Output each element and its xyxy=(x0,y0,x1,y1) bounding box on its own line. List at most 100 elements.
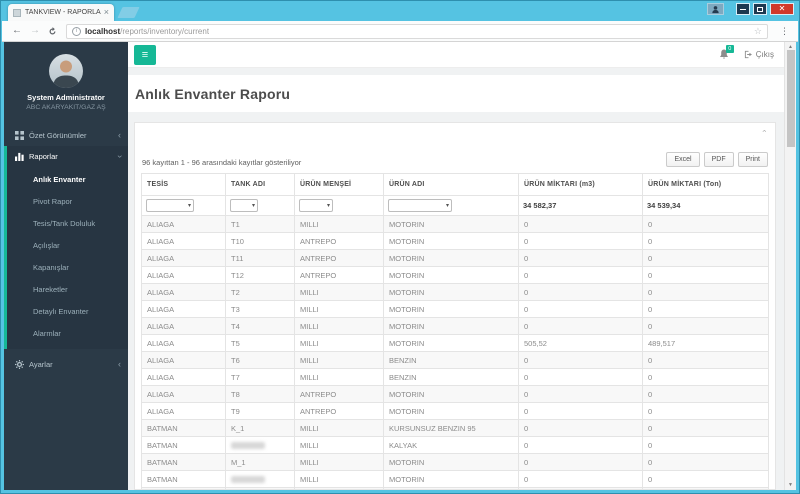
column-header-tank-adi[interactable]: TANK ADI xyxy=(225,173,295,196)
table-cell: 0 xyxy=(642,470,769,488)
report-panel: › 96 kayıttan 1 - 96 arasındaki kayıtlar… xyxy=(134,122,776,490)
sidebar-item-anl-k-envanter[interactable]: Anlık Envanter xyxy=(7,169,128,191)
table-cell: 0 xyxy=(518,470,643,488)
avatar xyxy=(49,54,83,88)
sidebar-item-detayl-envanter[interactable]: Detaylı Envanter xyxy=(7,301,128,323)
chevron-down-icon: ‹ xyxy=(114,155,124,158)
panel-collapse-icon[interactable]: › xyxy=(760,130,769,133)
app-navbar: ≡ 0 Çıkış xyxy=(128,42,784,68)
notifications-button[interactable]: 0 xyxy=(719,45,734,60)
table-cell: MOTORIN xyxy=(383,266,519,284)
table-cell: ALIAGA xyxy=(141,334,226,352)
table-cell: 0 xyxy=(642,419,769,437)
records-info: 96 kayıttan 1 - 96 arasındaki kayıtlar g… xyxy=(142,158,302,167)
table-cell: ALIAGA xyxy=(141,283,226,301)
filter-select-tesi-s[interactable]: ▾ xyxy=(146,199,194,212)
table-cell: K_1 xyxy=(225,419,295,437)
filter-select-r-n-men-ei[interactable]: ▾ xyxy=(299,199,333,212)
table-cell: T12 xyxy=(225,266,295,284)
browser-tab[interactable]: TANKVIEW - RAPORLAR × xyxy=(8,4,114,21)
table-cell: 0 xyxy=(518,385,643,403)
table-cell: KALYAK xyxy=(383,436,519,454)
forward-icon[interactable]: → xyxy=(30,26,40,36)
table-cell: 0 xyxy=(642,215,769,233)
sidebar-item-pivot-rapor[interactable]: Pivot Rapor xyxy=(7,191,128,213)
export-pdf-button[interactable]: PDF xyxy=(703,152,734,167)
table-cell: T10 xyxy=(225,232,295,250)
sidebar-item-hareketler[interactable]: Hareketler xyxy=(7,279,128,301)
sidebar-item-zet-g-r-n-mler[interactable]: Özet Görünümler ‹ xyxy=(7,125,128,146)
redacted-value xyxy=(231,442,265,450)
table-cell: MILLI xyxy=(294,470,384,488)
sidebar-item-kapan-lar[interactable]: Kapanışlar xyxy=(7,257,128,279)
total-m3: 34 582,37 xyxy=(518,195,643,216)
reload-icon[interactable] xyxy=(48,26,57,36)
table-cell: 0 xyxy=(518,368,643,386)
address-bar[interactable]: i localhost/reports/inventory/current ☆ xyxy=(66,23,768,39)
tab-favicon-icon xyxy=(13,8,21,17)
table-cell: MOTORIN xyxy=(383,402,519,420)
column-header-r-n-adi[interactable]: ÜRÜN ADI xyxy=(383,173,519,196)
table-row: BATMAN M_1 MILLI MOTORIN 0 0 xyxy=(141,453,769,471)
table-row: ALIAGA T1 MILLI MOTORIN 0 0 xyxy=(141,215,769,233)
close-button[interactable]: ✕ xyxy=(770,3,794,15)
table-cell: 0 xyxy=(518,215,643,233)
dropdown-caret-icon: ▾ xyxy=(187,203,191,209)
sidebar-item-alarmlar[interactable]: Alarmlar xyxy=(7,323,128,345)
table-row: ALIAGA T10 ANTREPO MOTORIN 0 0 xyxy=(141,232,769,250)
scrollbar-thumb[interactable] xyxy=(787,50,795,147)
filter-select-tank-adi[interactable]: ▾ xyxy=(230,199,258,212)
column-header-r-n-men-ei[interactable]: ÜRÜN MENŞEİ xyxy=(294,173,384,196)
browser-profile-button[interactable] xyxy=(707,3,724,15)
table-cell: MOTORIN xyxy=(383,232,519,250)
table-cell: 0 xyxy=(642,453,769,471)
scrollbar-down-icon[interactable]: ▼ xyxy=(785,482,796,488)
table-cell: 0,741 xyxy=(518,487,643,489)
bookmark-star-icon[interactable]: ☆ xyxy=(754,26,762,37)
column-header-r-n-mi-ktari-ton[interactable]: ÜRÜN MİKTARI (Ton) xyxy=(642,173,769,196)
sidebar-toggle-button[interactable]: ≡ xyxy=(134,44,156,65)
logout-label: Çıkış xyxy=(755,50,774,59)
page-info-icon[interactable]: i xyxy=(72,26,81,36)
sidebar-item-ayarlar[interactable]: Ayarlar ‹ xyxy=(7,354,128,375)
sidebar-item-label: Raporlar xyxy=(29,152,58,161)
table-cell: MILLI xyxy=(294,436,384,454)
export-excel-button[interactable]: Excel xyxy=(666,152,700,167)
table-cell: T7 xyxy=(225,368,295,386)
browser-menu-icon[interactable]: ⋮ xyxy=(777,26,792,37)
url-path: /reports/inventory/current xyxy=(120,26,210,36)
logout-button[interactable]: Çıkış xyxy=(744,50,774,59)
maximize-button[interactable] xyxy=(753,3,767,15)
table-cell: 0 xyxy=(518,402,643,420)
table-row: ALIAGA T11 ANTREPO MOTORIN 0 0 xyxy=(141,249,769,267)
tab-close-icon[interactable]: × xyxy=(104,8,109,17)
table-cell: ALIAGA xyxy=(141,249,226,267)
table-cell: T6 xyxy=(225,351,295,369)
sidebar-submenu: Anlık Envanter Pivot Rapor Tesis/Tank Dolu… xyxy=(7,167,128,349)
table-cell: 0 xyxy=(642,232,769,250)
sidebar-item-label: Ayarlar xyxy=(29,360,53,369)
table-cell: 489,517 xyxy=(642,334,769,352)
table-cell: T5 xyxy=(225,334,295,352)
sidebar-item-a-l-lar[interactable]: Açılışlar xyxy=(7,235,128,257)
back-icon[interactable]: ← xyxy=(12,26,22,36)
sidebar-item-raporlar[interactable]: Raporlar ‹ xyxy=(7,146,128,167)
table-cell: ALIAGA xyxy=(141,266,226,284)
column-header-tesi-s[interactable]: TESİS xyxy=(141,173,226,196)
table-row: ALIAGA T3 MILLI MOTORIN 0 0 xyxy=(141,300,769,318)
table-cell: MILLI xyxy=(294,419,384,437)
page-scrollbar[interactable]: ▲ ▼ xyxy=(784,42,796,490)
new-tab-button[interactable] xyxy=(117,7,140,18)
minimize-button[interactable] xyxy=(736,3,750,15)
filter-select-r-n-adi[interactable]: ▾ xyxy=(388,199,452,212)
table-row: BATMAN K_1 MILLI KURSUNSUZ BENZIN 95 0 0 xyxy=(141,419,769,437)
table-cell: ALIAGA xyxy=(141,402,226,420)
bar-chart-icon xyxy=(14,152,24,162)
export-print-button[interactable]: Print xyxy=(737,152,768,167)
report-table: TESİS TANK ADI ÜRÜN MENŞEİ ÜRÜN ADI ÜRÜN MİK… xyxy=(141,173,769,489)
sidebar-item-tesis-tank-doluluk[interactable]: Tesis/Tank Doluluk xyxy=(7,213,128,235)
table-cell: MILLI xyxy=(294,300,384,318)
column-header-r-n-mi-ktari-m3[interactable]: ÜRÜN MİKTARI (m3) xyxy=(518,173,643,196)
table-cell: ALIAGA xyxy=(141,351,226,369)
table-cell: M_1 xyxy=(225,453,295,471)
